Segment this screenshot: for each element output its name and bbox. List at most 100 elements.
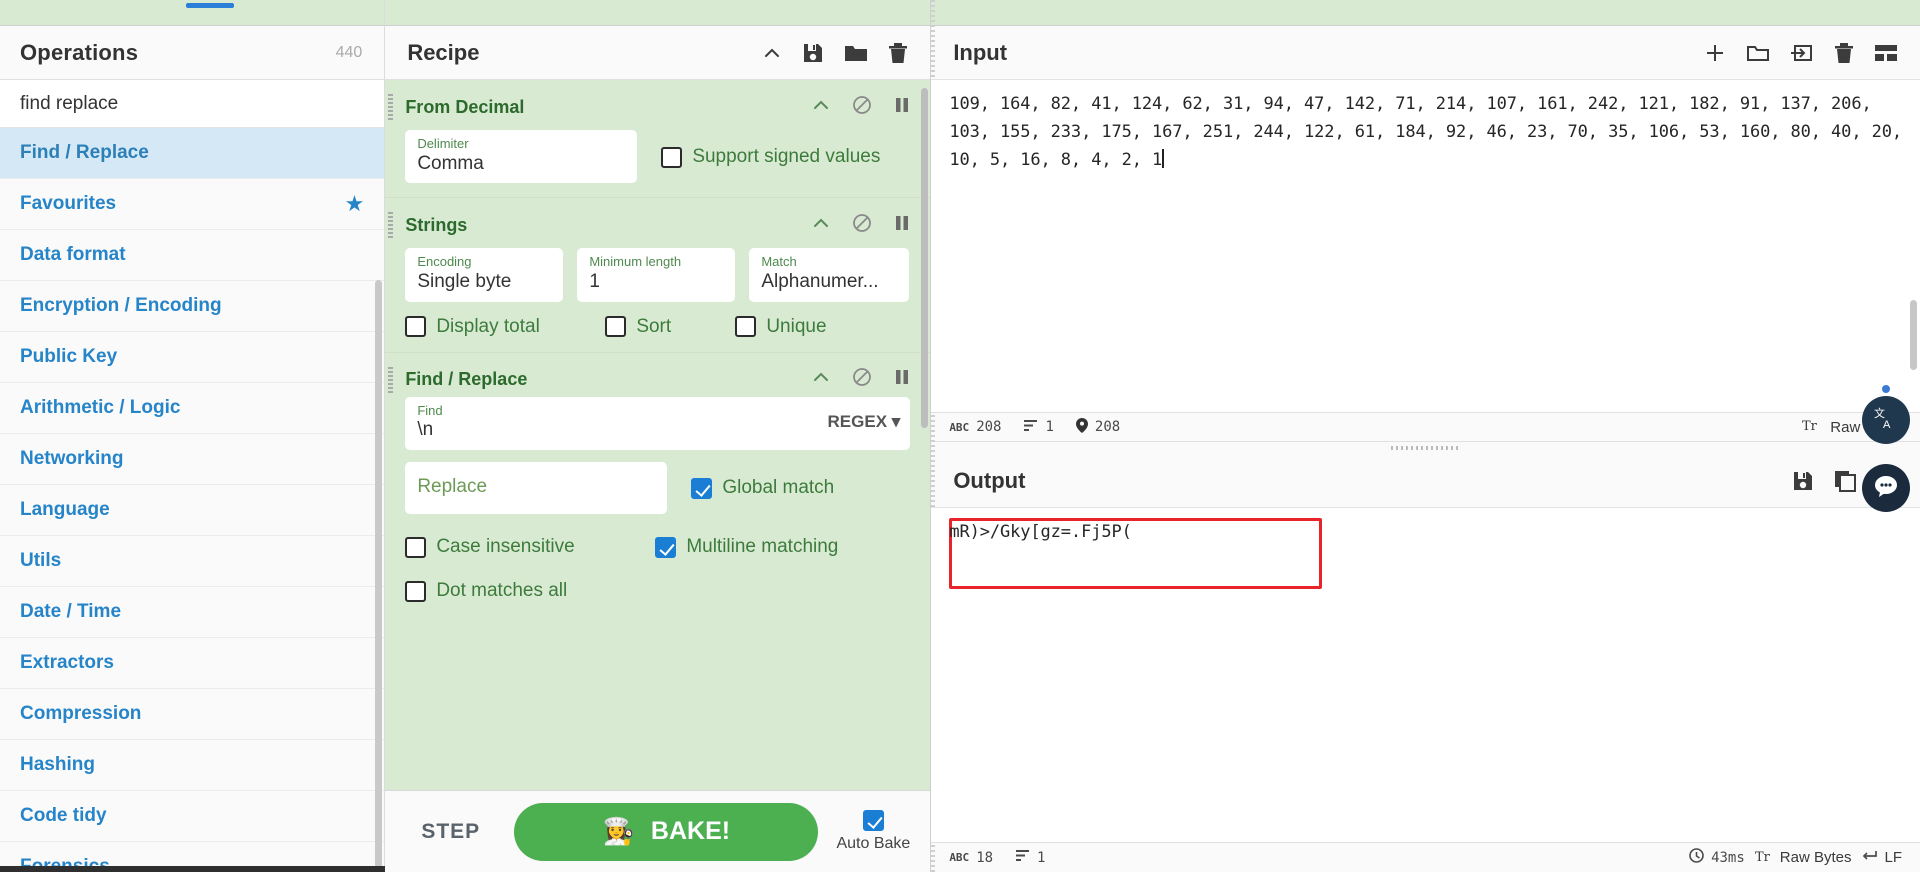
operations-search[interactable]: [0, 80, 385, 128]
recipe-operation-strings[interactable]: Strings Encoding Single byte Minimum len…: [385, 197, 931, 352]
sidebar-item-networking[interactable]: Networking: [0, 434, 385, 485]
checkbox-box[interactable]: [655, 536, 677, 558]
operation-title-row: From Decimal: [405, 90, 910, 124]
disable-icon[interactable]: [852, 213, 872, 238]
folder-icon[interactable]: [844, 42, 868, 64]
checkbox-label: Sort: [636, 315, 672, 337]
sidebar-item-code-tidy[interactable]: Code tidy: [0, 791, 385, 842]
input-header: Input: [931, 26, 1920, 80]
copy-icon[interactable]: [1834, 470, 1856, 492]
trash-icon[interactable]: [888, 42, 908, 64]
trash-icon[interactable]: [1834, 42, 1854, 64]
tabs-icon[interactable]: [1874, 43, 1898, 63]
recipe-operation-find-replace[interactable]: Find / Replace Find \n REGEX ▾ Replace G…: [385, 351, 931, 617]
sidebar-item-public-key[interactable]: Public Key: [0, 332, 385, 383]
font-icon: Tr: [1802, 418, 1820, 436]
output-format-status[interactable]: Tr Raw Bytes: [1755, 849, 1852, 867]
case-insensitive-checkbox[interactable]: Case insensitive: [405, 536, 655, 558]
output-eol-status[interactable]: LF: [1861, 849, 1902, 866]
disable-icon[interactable]: [852, 95, 872, 120]
field-value: \n: [417, 419, 434, 441]
sidebar-item-encryption-encoding[interactable]: Encryption / Encoding: [0, 281, 385, 332]
bake-button[interactable]: 👩‍🍳 BAKE!: [514, 802, 819, 861]
save-icon[interactable]: [802, 42, 824, 64]
abc-icon: ABC: [949, 851, 970, 864]
output-title: Output: [953, 467, 1026, 493]
input-position-status: 208: [1075, 417, 1120, 437]
sidebar-item-find-replace[interactable]: Find / Replace: [0, 128, 385, 179]
replace-field[interactable]: Replace: [405, 462, 668, 515]
unique-checkbox[interactable]: Unique: [735, 316, 827, 338]
chevron-up-icon[interactable]: [812, 368, 830, 391]
recipe-operation-from-decimal[interactable]: From Decimal Delimiter Comma Support sig…: [385, 80, 931, 198]
drag-handle-icon[interactable]: [388, 94, 394, 120]
star-icon[interactable]: ★: [345, 191, 365, 217]
translate-button[interactable]: 文A: [1862, 396, 1910, 444]
output-textarea[interactable]: mR)>/Gky[gz=.Fj5P(: [931, 508, 1920, 842]
checkbox-box[interactable]: [605, 316, 627, 338]
chevron-up-icon[interactable]: [812, 96, 830, 119]
drag-handle-icon[interactable]: [388, 212, 394, 239]
checkbox-box[interactable]: [862, 810, 884, 831]
dot-matches-all-checkbox[interactable]: Dot matches all: [405, 580, 567, 602]
step-button[interactable]: STEP: [405, 820, 496, 844]
checkbox-box[interactable]: [691, 477, 713, 499]
active-tab-underline: [186, 3, 234, 8]
bake-button-label: BAKE!: [650, 817, 731, 845]
save-icon[interactable]: [1792, 470, 1814, 492]
input-line-2: 103, 155, 233, 175, 167, 251, 244, 122, …: [949, 122, 1902, 142]
chevron-up-icon[interactable]: [812, 214, 830, 237]
input-scrollbar[interactable]: [1910, 300, 1917, 370]
delimiter-field[interactable]: Delimiter Comma: [405, 130, 638, 184]
multiline-matching-checkbox[interactable]: Multiline matching: [655, 536, 838, 558]
encoding-field[interactable]: Encoding Single byte: [405, 248, 564, 302]
pause-icon[interactable]: [894, 96, 910, 119]
global-match-checkbox[interactable]: Global match: [691, 477, 834, 499]
checkbox-box[interactable]: [405, 580, 427, 602]
regex-dropdown[interactable]: REGEX ▾: [828, 412, 901, 432]
sidebar-item-label: Networking: [20, 448, 124, 469]
checkbox-box[interactable]: [735, 316, 757, 338]
sort-checkbox[interactable]: Sort: [605, 316, 735, 338]
auto-bake-toggle[interactable]: Auto Bake: [836, 810, 910, 853]
sidebar-item-date-time[interactable]: Date / Time: [0, 587, 385, 638]
operation-name: Strings: [405, 214, 468, 235]
checkbox-box[interactable]: [661, 146, 683, 168]
search-input[interactable]: [20, 92, 365, 115]
display-total-checkbox[interactable]: Display total: [405, 316, 605, 338]
checkbox-box[interactable]: [405, 536, 427, 558]
input-textarea[interactable]: 109, 164, 82, 41, 124, 62, 31, 94, 47, 1…: [931, 80, 1920, 412]
plus-icon[interactable]: [1704, 42, 1726, 64]
svg-text:A: A: [1883, 419, 1891, 431]
sidebar-item-hashing[interactable]: Hashing: [0, 740, 385, 791]
sidebar-item-language[interactable]: Language: [0, 485, 385, 536]
drag-handle-icon[interactable]: [388, 366, 394, 393]
checkbox-box[interactable]: [405, 316, 427, 338]
chat-button[interactable]: [1862, 464, 1910, 512]
minimum-length-field[interactable]: Minimum length 1: [577, 248, 736, 302]
recipe-scrollbar[interactable]: [921, 88, 929, 428]
support-signed-values-checkbox[interactable]: Support signed values: [661, 146, 880, 168]
import-icon[interactable]: [1790, 42, 1814, 64]
find-field[interactable]: Find \n REGEX ▾: [405, 396, 911, 451]
splitter-grip-icon: [1390, 446, 1461, 450]
checkbox-label: Support signed values: [692, 146, 881, 167]
chevron-up-icon[interactable]: [762, 43, 782, 63]
field-value: Single byte: [417, 270, 512, 292]
pause-icon[interactable]: [894, 368, 910, 391]
operations-scrollbar[interactable]: [375, 280, 383, 872]
pause-icon[interactable]: [894, 214, 910, 237]
sidebar-item-compression[interactable]: Compression: [0, 689, 385, 740]
sidebar-item-extractors[interactable]: Extractors: [0, 638, 385, 689]
sidebar-item-arithmetic-logic[interactable]: Arithmetic / Logic: [0, 383, 385, 434]
sidebar-item-favourites[interactable]: Favourites ★: [0, 179, 385, 230]
output-lines-status: 1: [1015, 849, 1045, 866]
disable-icon[interactable]: [852, 367, 872, 392]
sidebar-item-data-format[interactable]: Data format: [0, 230, 385, 281]
notification-dot: [1882, 385, 1890, 393]
folder-open-icon[interactable]: [1746, 42, 1770, 64]
match-field[interactable]: Match Alphanumer...: [749, 248, 910, 302]
sidebar-item-utils[interactable]: Utils: [0, 536, 385, 587]
text-caret: [1162, 149, 1164, 168]
io-splitter[interactable]: [931, 442, 1920, 454]
